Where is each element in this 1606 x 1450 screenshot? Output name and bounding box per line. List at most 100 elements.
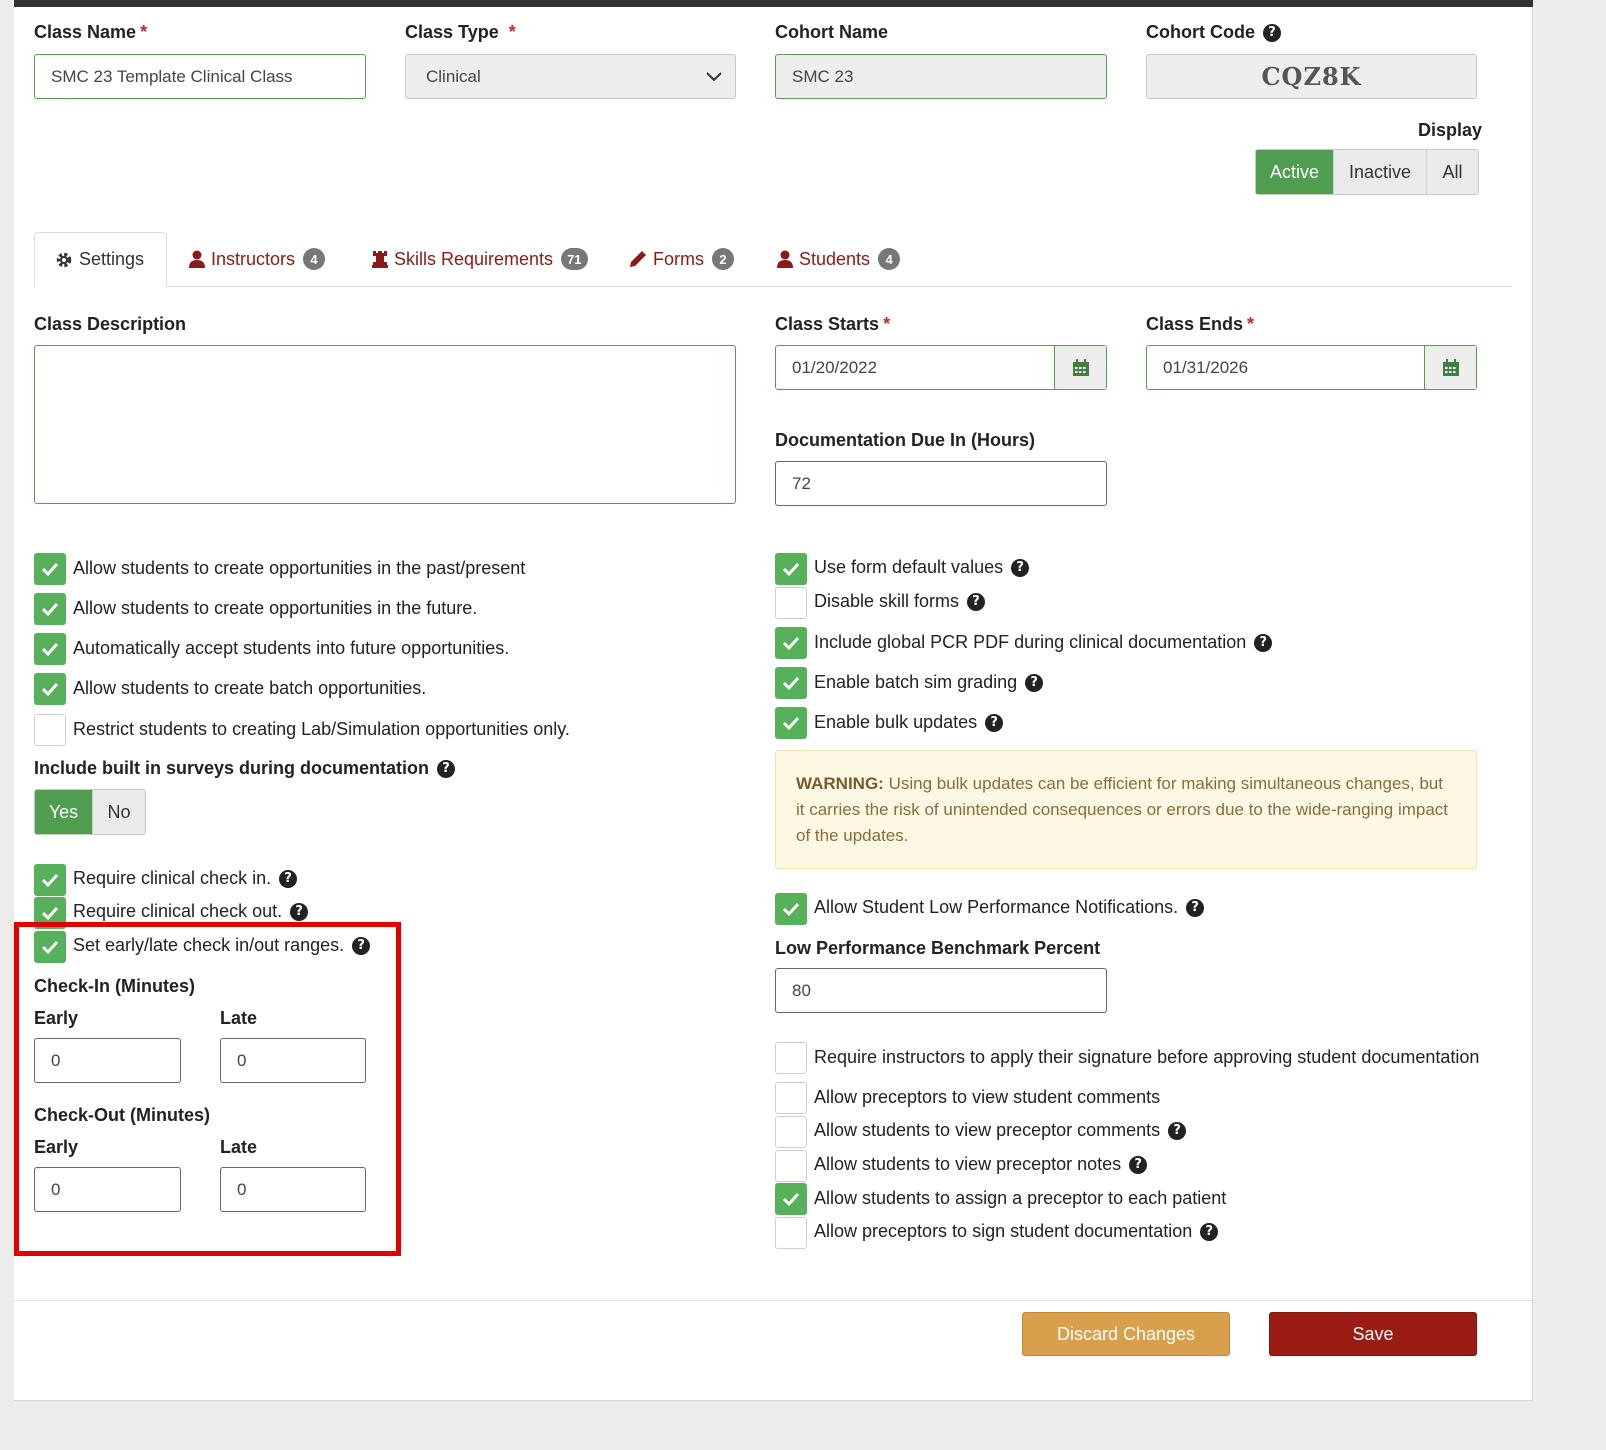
help-icon[interactable]: ?	[1025, 673, 1044, 692]
documentation-due-label: Documentation Due In (Hours)	[775, 430, 1035, 450]
checkbox-students-view-comments-label: Allow students to view preceptor comment…	[814, 1120, 1187, 1141]
checkbox-instructor-signature[interactable]	[775, 1042, 807, 1074]
tab-forms[interactable]: Forms 2	[629, 232, 734, 286]
tab-instructors-label: Instructors	[211, 248, 296, 269]
calendar-button[interactable]	[1424, 346, 1476, 389]
save-button[interactable]: Save	[1269, 1312, 1477, 1356]
class-description-textarea[interactable]	[34, 345, 736, 504]
check-icon	[782, 902, 800, 917]
help-icon[interactable]: ?	[1200, 1222, 1219, 1241]
help-icon[interactable]: ?	[1186, 898, 1205, 917]
class-name-input[interactable]: SMC 23 Template Clinical Class	[34, 54, 366, 99]
rook-icon	[372, 251, 388, 268]
checkbox-restrict-lab[interactable]	[34, 714, 66, 746]
checkbox-check-in-label: Require clinical check in.?	[73, 868, 298, 889]
check-icon	[41, 642, 59, 657]
surveys-yes-button[interactable]: Yes	[35, 790, 92, 834]
class-ends-label: Class Ends *	[1146, 314, 1255, 334]
check-icon	[41, 562, 59, 577]
warning-text: Using bulk updates can be efficient for …	[796, 774, 1449, 845]
help-icon[interactable]: ?	[1262, 23, 1281, 42]
bulk-updates-warning: WARNING: Using bulk updates can be effic…	[775, 750, 1477, 869]
tab-forms-label: Forms	[653, 248, 704, 269]
class-type-select[interactable]: Clinical	[405, 54, 736, 99]
help-icon[interactable]: ?	[1254, 633, 1273, 652]
display-inactive-button[interactable]: Inactive	[1333, 150, 1426, 194]
check-icon	[782, 676, 800, 691]
checkbox-global-pcr[interactable]	[775, 627, 807, 659]
calendar-icon	[1072, 358, 1089, 376]
checkbox-assign-preceptor[interactable]	[775, 1183, 807, 1215]
check-icon	[782, 716, 800, 731]
cohort-code-value: CQZ8K	[1146, 54, 1477, 99]
tab-instructors[interactable]: Instructors 4	[189, 232, 326, 286]
skills-count-badge: 71	[561, 248, 588, 270]
checkbox-check-in[interactable]	[34, 864, 66, 896]
user-icon	[189, 250, 205, 268]
checkbox-global-pcr-label: Include global PCR PDF during clinical d…	[814, 632, 1273, 653]
gear-icon	[56, 252, 72, 267]
checkbox-future-label: Allow students to create opportunities i…	[73, 598, 478, 618]
checkbox-past-present-label: Allow students to create opportunities i…	[73, 558, 526, 578]
checkbox-preceptors-view-comments[interactable]	[775, 1082, 807, 1114]
cohort-code-label: Cohort Code?	[1146, 22, 1281, 43]
checkbox-batch-sim[interactable]	[775, 667, 807, 699]
help-icon[interactable]: ?	[1011, 558, 1030, 577]
help-icon[interactable]: ?	[1129, 1155, 1148, 1174]
benchmark-input[interactable]: 80	[775, 968, 1107, 1013]
help-icon[interactable]: ?	[437, 759, 456, 778]
checkbox-bulk-updates[interactable]	[775, 707, 807, 739]
checkbox-batch[interactable]	[34, 673, 66, 705]
tab-students-label: Students	[799, 248, 871, 269]
tab-skills-requirements[interactable]: Skills Requirements 71	[372, 232, 588, 286]
tab-students[interactable]: Students 4	[777, 232, 901, 286]
check-icon	[41, 602, 59, 617]
checkbox-check-out-label: Require clinical check out.?	[73, 901, 309, 922]
tab-settings[interactable]: Settings	[34, 232, 167, 287]
check-icon	[782, 1192, 800, 1207]
discard-changes-button[interactable]: Discard Changes	[1022, 1312, 1230, 1356]
checkbox-auto-accept[interactable]	[34, 633, 66, 665]
class-ends-input[interactable]: 01/31/2026	[1146, 345, 1477, 390]
checkbox-past-present[interactable]	[34, 553, 66, 585]
checkbox-preceptors-view-comments-label: Allow preceptors to view student comment…	[814, 1087, 1161, 1107]
checkbox-future[interactable]	[34, 593, 66, 625]
class-starts-input[interactable]: 01/20/2022	[775, 345, 1107, 390]
help-icon[interactable]: ?	[290, 902, 309, 921]
instructors-count-badge: 4	[303, 248, 326, 270]
tab-skills-label: Skills Requirements	[394, 248, 554, 269]
cohort-name-label: Cohort Name	[775, 22, 889, 42]
checkbox-assign-preceptor-label: Allow students to assign a preceptor to …	[814, 1188, 1227, 1208]
checkbox-form-defaults[interactable]	[775, 553, 807, 585]
display-all-button[interactable]: All	[1426, 150, 1478, 194]
check-icon	[41, 682, 59, 697]
class-ends-value: 01/31/2026	[1163, 357, 1249, 377]
calendar-button[interactable]	[1054, 346, 1106, 389]
highlight-box	[14, 922, 401, 1256]
help-icon[interactable]: ?	[1168, 1121, 1187, 1140]
surveys-no-button[interactable]: No	[92, 790, 145, 834]
benchmark-label: Low Performance Benchmark Percent	[775, 938, 1101, 958]
display-toggle: Active Inactive All	[1255, 149, 1479, 195]
checkbox-preceptors-sign[interactable]	[775, 1217, 807, 1249]
help-icon[interactable]: ?	[985, 713, 1004, 732]
class-name-label: Class Name *	[34, 22, 148, 42]
checkbox-preceptors-sign-label: Allow preceptors to sign student documen…	[814, 1221, 1219, 1242]
top-bar	[14, 0, 1533, 7]
forms-count-badge: 2	[712, 248, 734, 270]
check-icon	[782, 636, 800, 651]
checkbox-disable-skill-forms[interactable]	[775, 587, 807, 619]
class-type-value: Clinical	[426, 66, 481, 86]
checkbox-low-performance[interactable]	[775, 893, 807, 925]
checkbox-students-view-notes-label: Allow students to view preceptor notes?	[814, 1154, 1148, 1175]
display-active-button[interactable]: Active	[1256, 150, 1333, 194]
class-type-label: Class Type *	[405, 22, 516, 42]
help-icon[interactable]: ?	[279, 869, 298, 888]
checkbox-students-view-comments[interactable]	[775, 1116, 807, 1148]
checkbox-students-view-notes[interactable]	[775, 1150, 807, 1182]
help-icon[interactable]: ?	[967, 592, 986, 611]
surveys-label: Include built in surveys during document…	[34, 758, 456, 779]
documentation-due-input[interactable]: 72	[775, 461, 1107, 506]
display-label: Display	[1418, 120, 1483, 140]
pencil-icon	[630, 251, 646, 267]
